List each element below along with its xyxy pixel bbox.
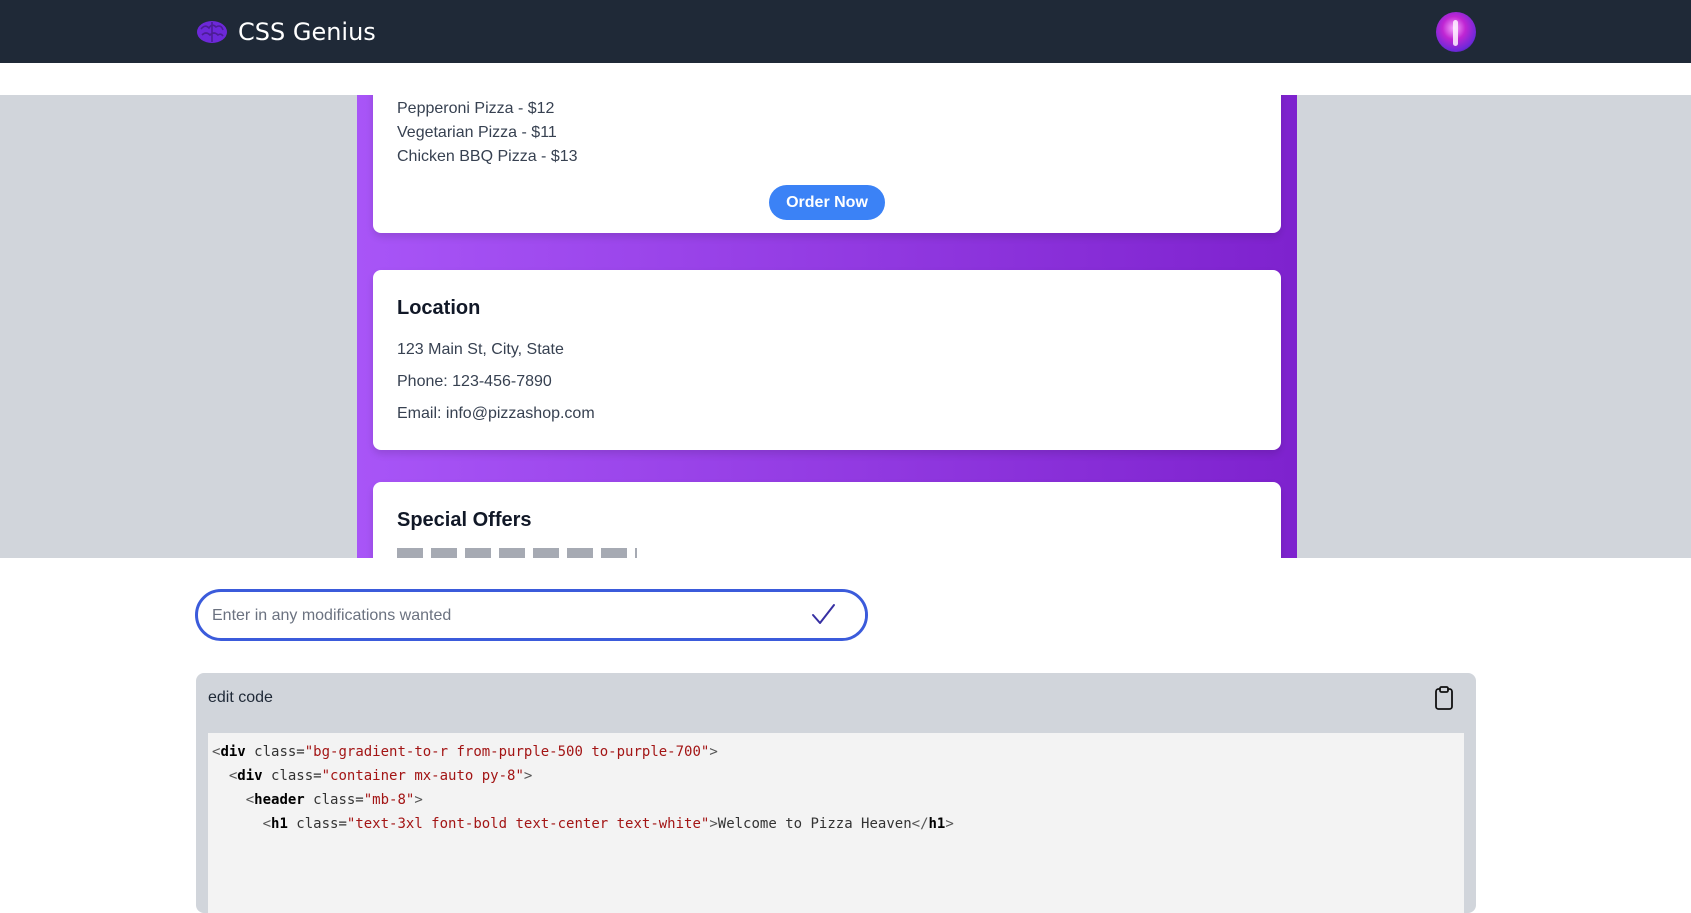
modification-input[interactable]: [210, 592, 774, 638]
code-panel: edit code <div class="bg-gradient-to-r f…: [196, 673, 1476, 913]
top-navbar: CSS Genius: [0, 0, 1691, 63]
brain-icon: [197, 20, 227, 43]
address-text: 123 Main St, City, State: [397, 341, 564, 358]
email-text: Email: info@pizzashop.com: [397, 405, 595, 422]
user-avatar[interactable]: [1436, 12, 1476, 52]
code-line: <header class="mb-8">: [245, 792, 423, 808]
code-content[interactable]: <div class="bg-gradient-to-r from-purple…: [212, 740, 954, 836]
clipboard-icon[interactable]: [1431, 685, 1457, 711]
offers-heading: Special Offers: [397, 509, 532, 531]
brand[interactable]: CSS Genius: [196, 0, 376, 63]
phone-text: Phone: 123-456-7890: [397, 373, 552, 390]
preview-frame: Pepperoni Pizza - $12 Vegetarian Pizza -…: [0, 95, 1691, 558]
app-title: CSS Genius: [238, 17, 376, 46]
order-now-button[interactable]: Order Now: [769, 185, 885, 220]
menu-item: Vegetarian Pizza - $11: [397, 124, 557, 141]
location-heading: Location: [397, 297, 481, 319]
menu-item: Pepperoni Pizza - $12: [397, 100, 555, 117]
code-panel-title: edit code: [208, 689, 273, 706]
code-line: <div class="container mx-auto py-8">: [228, 768, 533, 784]
code-line: <div class="bg-gradient-to-r from-purple…: [212, 744, 718, 760]
code-line: <h1 class="text-3xl font-bold text-cente…: [262, 816, 954, 832]
checkmark-icon[interactable]: [808, 600, 838, 630]
modification-input-wrapper: [195, 589, 868, 641]
menu-card: Pepperoni Pizza - $12 Vegetarian Pizza -…: [373, 95, 1281, 233]
offers-text-cropped: [397, 548, 637, 558]
special-offers-card: Special Offers: [373, 482, 1281, 558]
location-card: Location 123 Main St, City, State Phone:…: [373, 270, 1281, 450]
menu-item: Chicken BBQ Pizza - $13: [397, 148, 578, 165]
